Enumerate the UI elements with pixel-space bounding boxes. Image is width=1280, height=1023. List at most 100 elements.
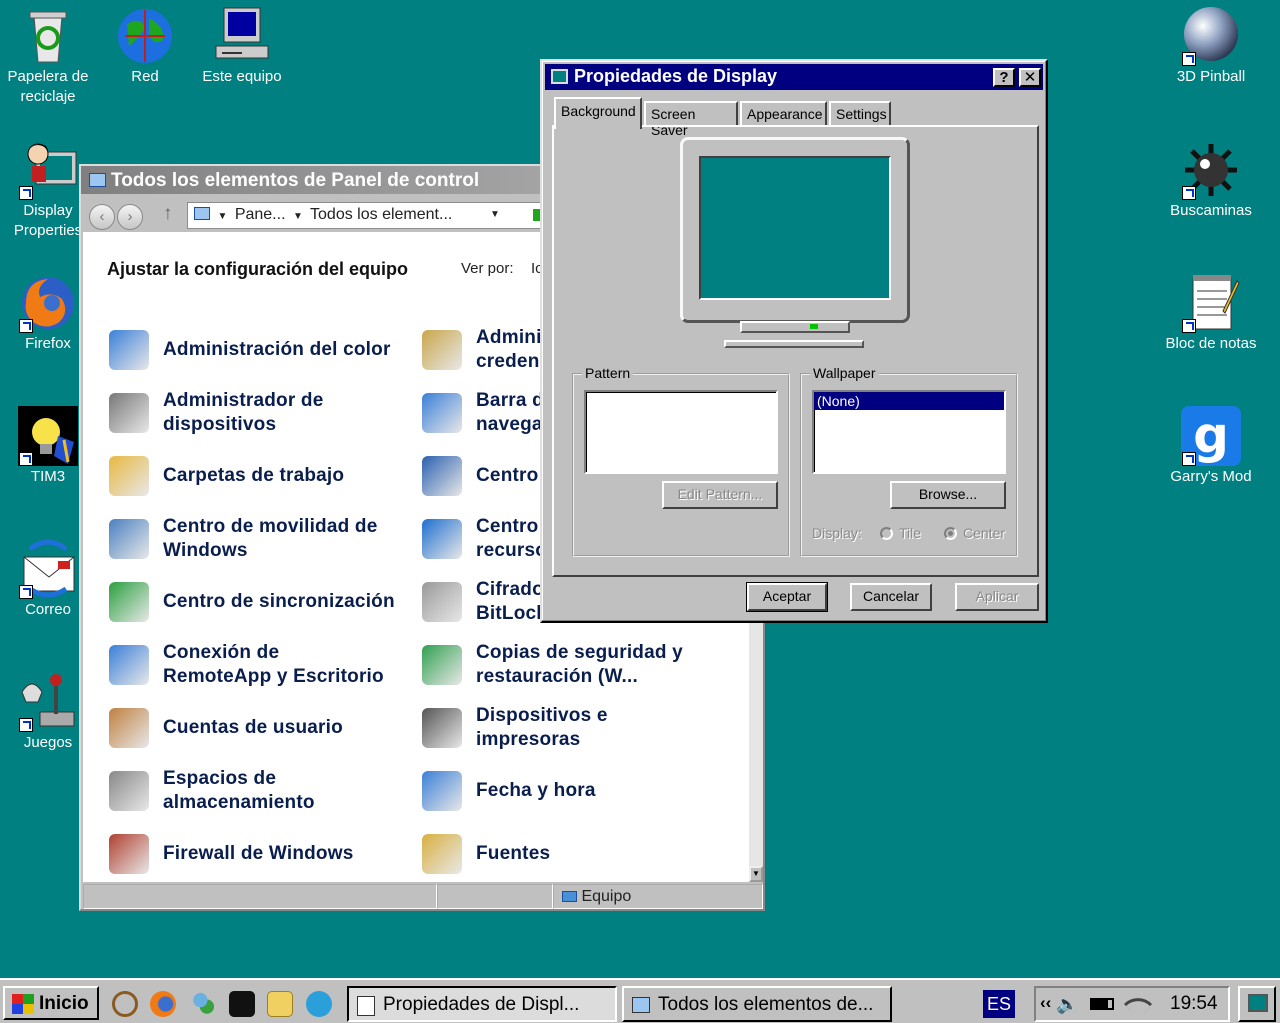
control-panel-item-label: Administrador de dispositivos: [163, 390, 324, 435]
control-panel-item-label: Firewall de Windows: [163, 843, 354, 864]
control-panel-item[interactable]: Administrador de dispositivos: [105, 385, 405, 441]
tab-settings[interactable]: Settings: [829, 101, 891, 127]
control-panel-item[interactable]: Carpetas de trabajo: [105, 448, 405, 504]
task-label: Propiedades de Displ...: [383, 994, 580, 1015]
date-time-icon: [422, 771, 462, 811]
desktop-icon-label: Este equipo: [202, 68, 282, 85]
cancel-button[interactable]: Cancelar: [850, 583, 932, 611]
wifi-icon[interactable]: [1123, 989, 1153, 1019]
control-panel-item[interactable]: Administración del color: [105, 322, 405, 378]
control-panel-item-label: Carpetas de trabajo: [163, 465, 345, 486]
control-panel-item[interactable]: Centro de sincronización: [105, 574, 405, 630]
computer-small-icon: [562, 891, 577, 902]
clock[interactable]: 19:54: [1170, 993, 1218, 1015]
apply-button[interactable]: Aplicar: [955, 583, 1039, 611]
help-button[interactable]: ?: [993, 68, 1015, 87]
search-folder-icon[interactable]: [267, 991, 293, 1017]
control-panel-item-label: Centro recurso: [476, 516, 548, 561]
close-button[interactable]: ✕: [1019, 68, 1041, 87]
task-control-panel[interactable]: Todos los elementos de...: [622, 986, 892, 1022]
start-label: Inicio: [39, 993, 89, 1014]
monitor-stand: [740, 321, 850, 333]
desktop-icon-3d-pinball[interactable]: 3D Pinball: [1163, 6, 1259, 87]
language-indicator[interactable]: ES: [983, 990, 1015, 1018]
wallpaper-listbox[interactable]: (None): [812, 390, 1006, 474]
volume-icon[interactable]: 🔈: [1056, 994, 1078, 1015]
forward-arrow-icon[interactable]: ›: [117, 204, 143, 230]
desktop-icon-network[interactable]: Red: [97, 6, 193, 87]
remoteapp-icon: [109, 645, 149, 685]
ok-button[interactable]: Aceptar: [746, 582, 828, 612]
status-bar: Equipo: [83, 884, 763, 909]
battery-icon[interactable]: [1090, 998, 1114, 1010]
tile-label: Tile: [899, 525, 922, 541]
control-panel-item-label: Centro: [476, 465, 539, 486]
control-panel-item[interactable]: Fecha y hora: [418, 763, 718, 819]
browse-button[interactable]: Browse...: [890, 481, 1006, 509]
control-panel-item-label: Centro de movilidad de Windows: [163, 516, 378, 561]
tile-radio[interactable]: Tile: [880, 525, 921, 541]
edit-pattern-button[interactable]: Edit Pattern...: [662, 481, 778, 509]
mine-icon: [1181, 140, 1241, 200]
control-panel-item[interactable]: Cuentas de usuario: [105, 700, 405, 756]
chevron-down-icon[interactable]: ▼: [293, 211, 303, 222]
tim3-lightbulb-icon: [18, 406, 78, 466]
monitor-preview-screen: [699, 156, 891, 300]
radio-icon: [880, 527, 893, 540]
control-panel-item[interactable]: Conexión de RemoteApp y Escritorio: [105, 637, 405, 693]
desktop-icon-garrys-mod[interactable]: g Garry's Mod: [1163, 406, 1259, 487]
tab-background[interactable]: Background: [554, 97, 642, 129]
firefox-icon[interactable]: [150, 991, 176, 1017]
wallpaper-option-none[interactable]: (None): [814, 392, 1004, 410]
tab-screen-saver[interactable]: Screen Saver: [644, 101, 738, 138]
show-hidden-icons-chevron[interactable]: ‹‹: [1040, 993, 1051, 1013]
shortcut-arrow-icon: [19, 186, 33, 200]
scroll-down-arrow-icon[interactable]: ▼: [749, 866, 763, 882]
breadcrumb-all-items[interactable]: Todos los element...: [310, 206, 452, 223]
control-panel-item[interactable]: Firewall de Windows: [105, 826, 405, 882]
monitor-led: [810, 324, 818, 329]
mail-icon: [18, 539, 78, 599]
work-folders-icon: [109, 456, 149, 496]
control-panel-item[interactable]: Dispositivos e impresoras: [418, 700, 718, 756]
desktop-icon-recycle-bin[interactable]: Papelera de reciclaje: [0, 6, 96, 107]
desktop-icon-notepad[interactable]: Bloc de notas: [1163, 273, 1259, 354]
display-properties-dialog[interactable]: Propiedades de Display ? ✕ Background Sc…: [540, 59, 1048, 623]
chevron-down-icon[interactable]: ▼: [217, 211, 227, 222]
telegram-icon[interactable]: [306, 991, 332, 1017]
back-arrow-icon[interactable]: ‹: [89, 204, 115, 230]
pattern-listbox[interactable]: [584, 390, 778, 474]
status-cell: [437, 884, 553, 909]
control-panel-item[interactable]: Centro de movilidad de Windows: [105, 511, 405, 567]
up-arrow-icon[interactable]: ↑: [163, 203, 173, 225]
control-panel-item-label: Dispositivos e impresoras: [476, 705, 608, 750]
breadcrumb-control-panel[interactable]: Pane...: [235, 206, 286, 223]
dropdown-arrow-icon[interactable]: ▼: [490, 209, 500, 220]
shortcut-arrow-icon: [19, 585, 33, 599]
desktop-icon-this-pc[interactable]: Este equipo: [194, 6, 290, 87]
windows-logo-icon: [12, 994, 34, 1014]
desktop-icon-minesweeper[interactable]: Buscaminas: [1163, 140, 1259, 221]
show-desktop-button[interactable]: [1238, 986, 1276, 1022]
ship-wheel-icon[interactable]: [112, 991, 138, 1017]
control-panel-item[interactable]: Espacios de almacenamiento: [105, 763, 405, 819]
tab-appearance[interactable]: Appearance: [740, 101, 827, 127]
svg-text:g: g: [1193, 406, 1229, 464]
shortcut-arrow-icon: [19, 319, 33, 333]
control-panel-item[interactable]: Copias de seguridad y restauración (W...: [418, 637, 718, 693]
dialog-titlebar[interactable]: Propiedades de Display: [545, 64, 1043, 90]
desktop-icon-label: 3D Pinball: [1176, 68, 1246, 85]
steam-icon[interactable]: [229, 991, 255, 1017]
globe-network-icon: [115, 6, 175, 66]
control-panel-item-label: Administración del color: [163, 339, 391, 360]
desktop-icon-label: Bloc de notas: [1165, 335, 1257, 352]
control-panel-item[interactable]: Fuentes: [418, 826, 718, 882]
pattern-group: Pattern Edit Pattern...: [572, 365, 790, 557]
document-icon: [357, 996, 375, 1016]
users-icon[interactable]: [190, 991, 216, 1017]
task-display-properties[interactable]: Propiedades de Displ...: [347, 986, 617, 1022]
start-button[interactable]: Inicio: [3, 986, 99, 1020]
control-panel-item-label: Barra d navega: [476, 390, 544, 435]
view-by-label: Ver por:: [461, 260, 514, 277]
center-radio[interactable]: Center: [944, 525, 1005, 541]
